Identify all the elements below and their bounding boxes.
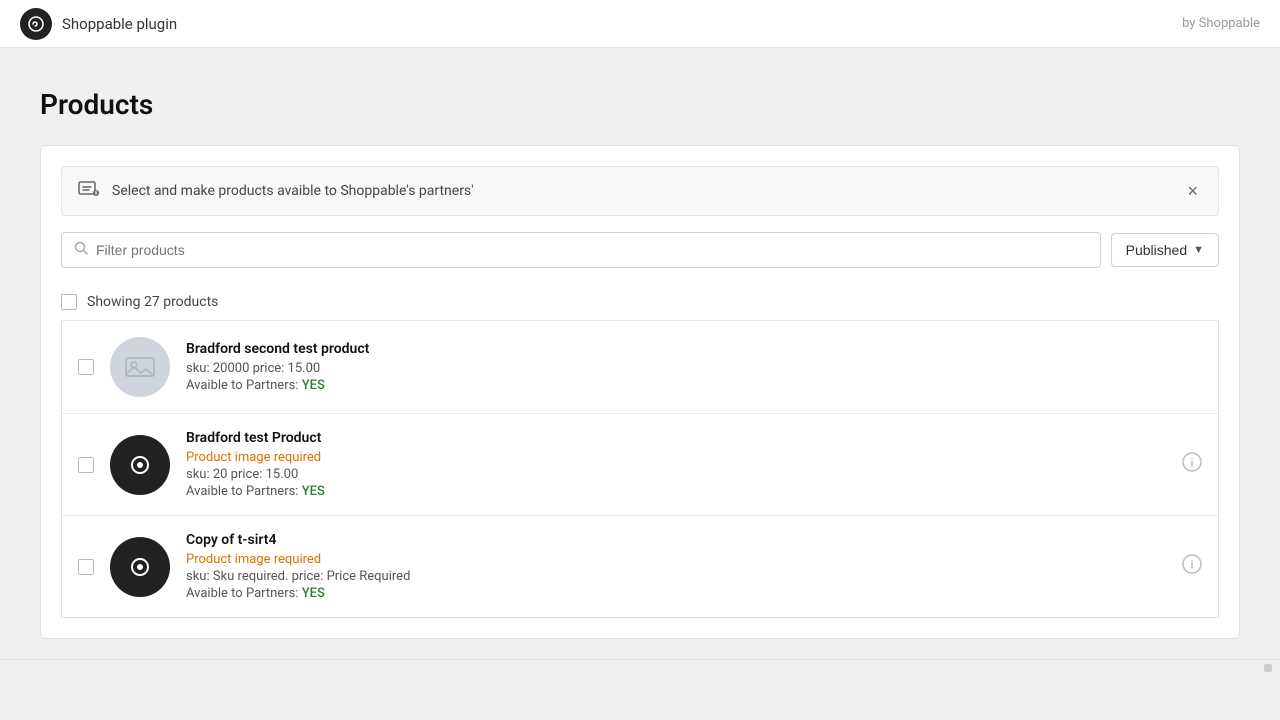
product-info-2: Bradford test Product Product image requ… xyxy=(186,430,1166,499)
showing-text: Showing 27 products xyxy=(87,294,218,310)
product-checkbox-3[interactable] xyxy=(78,559,94,575)
table-row: Bradford second test product sku: 20000 … xyxy=(62,321,1218,414)
product-sku-price-2: sku: 20 price: 15.00 xyxy=(186,467,1166,482)
banner-icon xyxy=(78,179,100,203)
product-thumbnail-3 xyxy=(110,537,170,597)
info-icon-3 xyxy=(1182,554,1202,579)
table-row: Bradford test Product Product image requ… xyxy=(62,414,1218,516)
product-available-1: Avaible to Partners: YES xyxy=(186,378,1202,393)
header-left: Shoppable plugin xyxy=(20,8,177,40)
product-thumbnail-2 xyxy=(110,435,170,495)
table-row: Copy of t-sirt4 Product image required s… xyxy=(62,516,1218,617)
product-checkbox-1[interactable] xyxy=(78,359,94,375)
published-filter-button[interactable]: Published ▼ xyxy=(1111,233,1219,267)
published-label: Published xyxy=(1126,242,1188,258)
banner-text: Select and make products avaible to Shop… xyxy=(112,183,474,199)
select-all-checkbox[interactable] xyxy=(61,294,77,310)
app-logo xyxy=(20,8,52,40)
info-banner: Select and make products avaible to Shop… xyxy=(61,166,1219,216)
product-sku-price-1: sku: 20000 price: 15.00 xyxy=(186,361,1202,376)
product-thumbnail-1 xyxy=(110,337,170,397)
scroll-handle[interactable] xyxy=(1264,664,1272,672)
info-icon-2 xyxy=(1182,452,1202,477)
showing-row: Showing 27 products xyxy=(61,284,1219,321)
product-name-3: Copy of t-sirt4 xyxy=(186,532,1166,548)
product-available-3: Avaible to Partners: YES xyxy=(186,586,1166,601)
filter-bar: Published ▼ xyxy=(61,232,1219,268)
product-available-2: Avaible to Partners: YES xyxy=(186,484,1166,499)
product-name-1: Bradford second test product xyxy=(186,341,1202,357)
chevron-down-icon: ▼ xyxy=(1193,244,1204,256)
page-content: Products Select and make products avaibl… xyxy=(0,48,1280,659)
product-sku-price-3: sku: Sku required. price: Price Required xyxy=(186,569,1166,584)
search-icon xyxy=(74,241,88,259)
search-input[interactable] xyxy=(96,242,1088,258)
search-wrapper xyxy=(61,232,1101,268)
product-info-1: Bradford second test product sku: 20000 … xyxy=(186,341,1202,393)
bottom-scroll-bar xyxy=(0,659,1280,675)
main-card: Select and make products avaible to Shop… xyxy=(40,145,1240,639)
product-info-3: Copy of t-sirt4 Product image required s… xyxy=(186,532,1166,601)
app-header: Shoppable plugin by Shoppable xyxy=(0,0,1280,48)
product-checkbox-2[interactable] xyxy=(78,457,94,473)
header-by: by Shoppable xyxy=(1182,16,1260,31)
header-title: Shoppable plugin xyxy=(62,15,177,33)
product-warning-3: Product image required xyxy=(186,552,1166,567)
page-title: Products xyxy=(40,88,1240,121)
product-list: Bradford second test product sku: 20000 … xyxy=(61,321,1219,618)
product-name-2: Bradford test Product xyxy=(186,430,1166,446)
product-warning-2: Product image required xyxy=(186,450,1166,465)
banner-close-button[interactable]: × xyxy=(1183,181,1202,202)
